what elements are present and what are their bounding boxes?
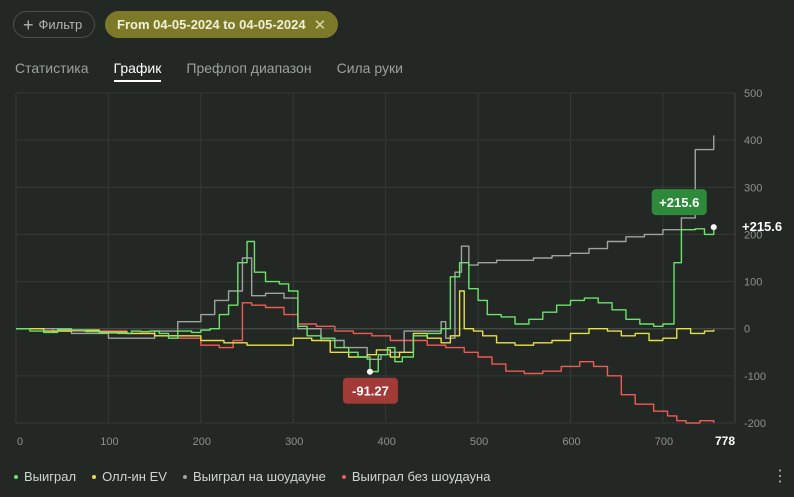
y-tick-label: 400 — [744, 135, 762, 147]
tab-preflop-range[interactable]: Префлоп диапазон — [186, 60, 311, 82]
legend-item-showdown[interactable]: Выиграл на шоудауне — [182, 469, 326, 484]
legend-label: Выиграл без шоудауна — [351, 469, 491, 484]
legend-dot — [182, 474, 187, 479]
x-tick-label: 500 — [470, 436, 488, 448]
y-tick-label: -100 — [744, 371, 766, 383]
x-tick-label: 100 — [100, 436, 118, 448]
x-tick-label: 700 — [655, 436, 673, 448]
min-value-label: -91.27 — [352, 384, 389, 399]
tab-chart[interactable]: График — [113, 60, 162, 82]
x-tick-label: 0 — [17, 436, 23, 448]
end-value-label: +215.6 — [742, 219, 782, 234]
tab-statistics[interactable]: Статистика — [15, 60, 89, 82]
y-tick-label: -200 — [744, 418, 766, 430]
series-line — [16, 302, 715, 424]
x-tick-label: 400 — [377, 436, 395, 448]
legend-item-allin-ev[interactable]: Олл-ин EV — [92, 469, 167, 484]
max-value-label: +215.6 — [659, 195, 699, 210]
y-tick-label: 500 — [744, 88, 762, 100]
filter-label: Фильтр — [38, 17, 83, 32]
max-point-marker — [710, 224, 717, 231]
legend-label: Выиграл — [24, 469, 77, 484]
legend-dot — [341, 474, 346, 479]
series-line — [16, 227, 715, 373]
x-tick-label: 600 — [562, 436, 580, 448]
tab-hand-strength[interactable]: Сила руки — [337, 60, 403, 82]
more-vertical-icon[interactable]: ⋮ — [772, 466, 788, 486]
close-icon[interactable]: ✕ — [314, 16, 327, 34]
y-tick-label: 300 — [744, 182, 762, 194]
legend-label: Выиграл на шоудауне — [192, 469, 326, 484]
legend-label: Олл-ин EV — [102, 469, 167, 484]
legend-item-non-showdown[interactable]: Выиграл без шоудауна — [341, 469, 491, 484]
plus-icon: + — [23, 14, 34, 35]
tab-bar: Статистика График Префлоп диапазон Сила … — [15, 60, 403, 82]
series-line — [16, 135, 715, 361]
y-tick-label: 100 — [744, 277, 762, 289]
date-range-label: From 04-05-2024 to 04-05-2024 — [117, 17, 306, 32]
y-tick-label: 0 — [744, 324, 750, 336]
min-point-marker — [366, 368, 373, 375]
legend-dot — [14, 474, 18, 479]
winnings-chart: 5004003002001000-100-2000 100 200 300 400 500… — [15, 88, 782, 448]
filter-button[interactable]: + Фильтр — [13, 11, 96, 38]
x-tick-label: 300 — [285, 436, 303, 448]
x-tick-label: 200 — [193, 436, 211, 448]
legend-dot — [92, 474, 97, 479]
legend-item-won[interactable]: Выиграл — [14, 469, 76, 484]
chart-legend: Выиграл Олл-ин EV Выиграл на шоудауне Вы… — [14, 469, 490, 484]
x-end-label: 778 — [715, 434, 735, 448]
date-range-chip[interactable]: From 04-05-2024 to 04-05-2024 ✕ — [105, 11, 339, 38]
